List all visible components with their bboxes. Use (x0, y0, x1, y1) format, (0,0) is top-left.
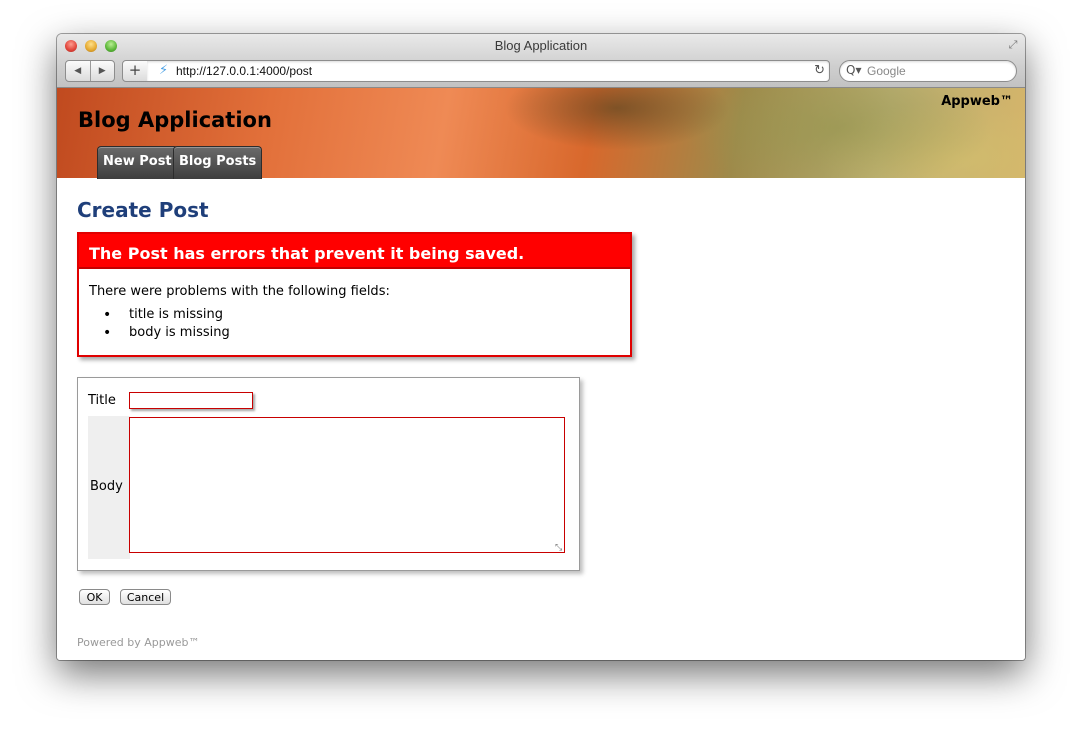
title-label: Title (88, 393, 116, 408)
ok-button[interactable]: OK (79, 589, 110, 605)
error-panel: The Post has errors that prevent it bein… (77, 232, 632, 357)
back-button[interactable]: ◀ (66, 61, 90, 81)
search-placeholder: Google (867, 64, 906, 78)
history-nav: ◀ ▶ (65, 60, 115, 82)
url-text[interactable]: http://127.0.0.1:4000/post (176, 64, 312, 78)
body-field[interactable] (129, 417, 565, 553)
error-item: body is missing (89, 324, 230, 342)
favicon-icon: ⚡ (159, 63, 169, 78)
page-content: Appweb™ Blog Application New Post Blog P… (57, 88, 1025, 660)
browser-window: Blog Application ⤢ ◀ ▶ + ⚡ http://127.0.… (57, 34, 1025, 660)
error-list: title is missing body is missing (89, 306, 230, 342)
brand-logo[interactable]: Appweb™ (941, 94, 1013, 109)
search-field[interactable]: Q▾ Google (839, 60, 1017, 82)
tab-new-post[interactable]: New Post (97, 146, 178, 179)
app-title: Blog Application (78, 108, 272, 132)
address-bar[interactable]: ⚡ http://127.0.0.1:4000/post ↻ (147, 60, 830, 82)
browser-toolbar: Blog Application ⤢ ◀ ▶ + ⚡ http://127.0.… (57, 34, 1025, 88)
error-heading: The Post has errors that prevent it bein… (79, 234, 630, 269)
forward-button[interactable]: ▶ (89, 61, 115, 81)
header-banner: Appweb™ Blog Application New Post Blog P… (57, 88, 1025, 179)
add-bookmark-button[interactable]: + (122, 60, 148, 82)
post-form: Title Body ⤡ (77, 377, 580, 571)
cancel-button[interactable]: Cancel (120, 589, 171, 605)
resize-grip-icon[interactable]: ⤡ (555, 543, 562, 553)
footer-text: Powered by Appweb™ (77, 636, 200, 649)
fullscreen-icon[interactable]: ⤢ (1007, 39, 1019, 51)
search-icon[interactable]: Q▾ (846, 63, 861, 77)
reload-icon[interactable]: ↻ (814, 63, 825, 78)
tab-blog-posts[interactable]: Blog Posts (173, 146, 263, 179)
error-intro: There were problems with the following f… (89, 284, 390, 299)
body-label: Body (90, 479, 123, 494)
window-title: Blog Application (494, 38, 588, 53)
error-item: title is missing (89, 306, 230, 324)
title-field[interactable] (129, 392, 253, 409)
page-title: Create Post (77, 198, 209, 222)
